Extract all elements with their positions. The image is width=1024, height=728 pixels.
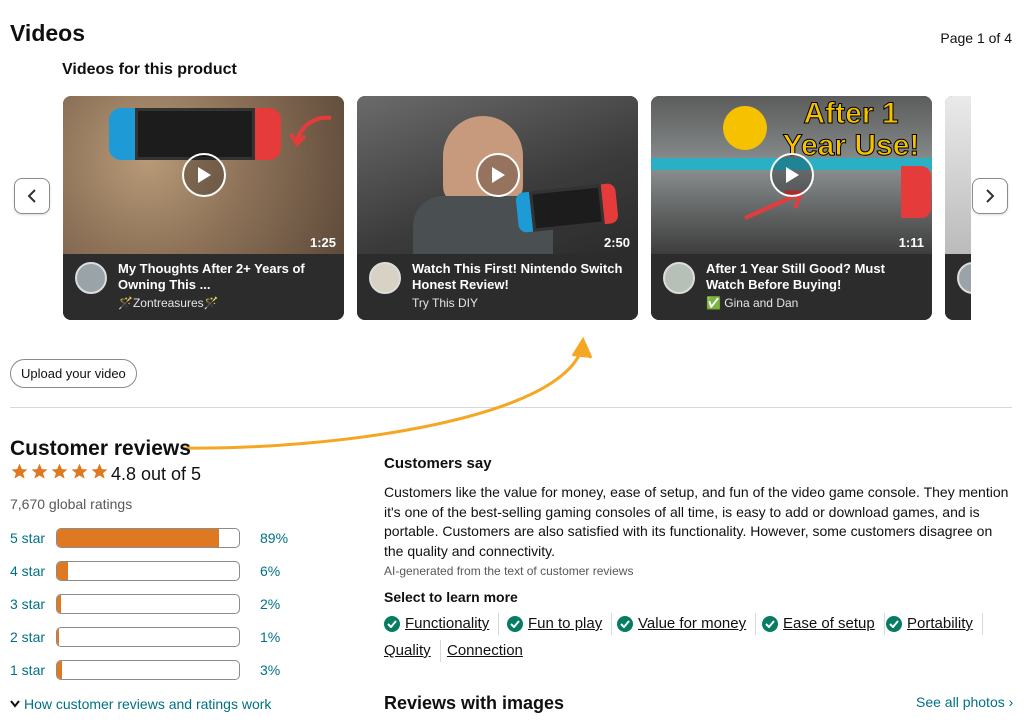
aspect-portability[interactable]: Portability	[886, 613, 983, 635]
aspect-ease-of-setup[interactable]: Ease of setup	[762, 613, 885, 635]
videos-heading: Videos	[10, 20, 85, 46]
histogram-percent[interactable]: 3%	[260, 662, 280, 678]
video-author: ✅ Gina and Dan	[706, 296, 799, 310]
aspect-label[interactable]: Portability	[907, 615, 973, 632]
chevron-left-icon	[27, 189, 36, 203]
console-image	[109, 108, 281, 160]
histogram-fill	[57, 529, 219, 547]
ai-generated-note: AI-generated from the text of customer r…	[384, 564, 634, 578]
video-title[interactable]: After 1 Year Still Good? Must Watch Befo…	[706, 261, 918, 293]
aspect-label[interactable]: Functionality	[405, 615, 489, 632]
histogram-bar[interactable]	[56, 660, 240, 680]
section-divider	[10, 407, 1012, 408]
play-button[interactable]	[769, 153, 814, 197]
thinking-emoji-icon	[723, 106, 767, 150]
video-duration: 1:25	[309, 235, 336, 250]
star-icon	[51, 463, 68, 479]
histogram-label[interactable]: 4 star	[10, 563, 45, 579]
video-title[interactable]: My Thoughts After 2+ Years of Owning Thi…	[118, 261, 330, 293]
check-circle-icon	[886, 615, 902, 632]
average-rating: 4.8 out of 5	[111, 464, 202, 484]
customer-reviews-heading: Customer reviews	[10, 437, 191, 460]
star-icon	[31, 463, 48, 479]
see-all-photos-link[interactable]: See all photos ›	[916, 694, 1013, 710]
check-circle-icon	[384, 615, 400, 632]
avatar	[663, 262, 695, 294]
carousel-prev-button[interactable]	[14, 178, 50, 214]
histogram-fill	[57, 661, 63, 679]
chevron-down-icon	[10, 700, 20, 708]
video-duration: 2:50	[603, 235, 630, 250]
check-circle-icon	[507, 615, 523, 632]
carousel-next-button[interactable]	[972, 178, 1008, 214]
histogram-row-4[interactable]: 4 star 6%	[10, 561, 300, 583]
video-card[interactable]: After 1 Year Use! 1:11 After 1 Year Stil…	[651, 96, 932, 320]
histogram-row-3[interactable]: 3 star 2%	[10, 594, 300, 616]
aspect-quality[interactable]: Quality	[384, 640, 441, 662]
aspect-label[interactable]: Value for money	[638, 615, 746, 632]
check-circle-icon	[762, 615, 778, 632]
star-icon	[91, 463, 108, 479]
histogram-label[interactable]: 3 star	[10, 596, 45, 612]
histogram-bar[interactable]	[56, 627, 240, 647]
play-icon	[785, 167, 799, 183]
histogram-percent[interactable]: 6%	[260, 563, 280, 579]
star-rating	[10, 462, 109, 481]
reviews-with-images-heading: Reviews with images	[384, 693, 565, 713]
histogram-label[interactable]: 5 star	[10, 530, 45, 546]
histogram-row-1[interactable]: 1 star 3%	[10, 660, 300, 682]
histogram-row-2[interactable]: 2 star 1%	[10, 627, 300, 649]
play-button[interactable]	[475, 153, 520, 197]
histogram-bar[interactable]	[56, 528, 240, 548]
aspect-fun-to-play[interactable]: Fun to play	[507, 613, 613, 635]
aspect-label[interactable]: Quality	[384, 642, 431, 659]
play-button[interactable]	[181, 153, 226, 197]
arrow-annotation-icon	[289, 115, 332, 148]
aspect-connection[interactable]: Connection	[447, 642, 523, 659]
histogram-bar[interactable]	[56, 594, 240, 614]
histogram-label[interactable]: 2 star	[10, 629, 45, 645]
video-card[interactable]: 1:25 My Thoughts After 2+ Years of Ownin…	[63, 96, 344, 320]
avatar	[369, 262, 401, 294]
video-thumbnail	[945, 96, 971, 254]
star-icon	[71, 463, 88, 479]
aspect-value-for-money[interactable]: Value for money	[617, 613, 757, 635]
chevron-right-icon	[986, 189, 995, 203]
play-icon	[197, 167, 211, 183]
avatar	[75, 262, 107, 294]
global-ratings-count: 7,670 global ratings	[10, 496, 133, 512]
histogram-fill	[57, 628, 59, 646]
aspect-label[interactable]: Fun to play	[528, 615, 602, 632]
how-reviews-work-link[interactable]: How customer reviews and ratings work	[10, 696, 271, 712]
aspect-functionality[interactable]: Functionality	[384, 613, 500, 635]
video-duration: 1:11	[898, 235, 924, 250]
console-image	[515, 182, 619, 234]
videos-for-product-heading: Videos for this product	[62, 61, 237, 78]
histogram-fill	[57, 595, 61, 613]
histogram-bar[interactable]	[56, 561, 240, 581]
histogram-fill	[57, 562, 68, 580]
page-indicator: Page 1 of 4	[940, 30, 1012, 46]
upload-video-button[interactable]: Upload your video	[10, 359, 137, 388]
play-icon	[491, 167, 505, 183]
video-card[interactable]: 2:50 Watch This First! Nintendo Switch H…	[357, 96, 638, 320]
check-circle-icon	[617, 615, 633, 632]
customers-say-summary: Customers like the value for money, ease…	[384, 484, 1009, 559]
histogram-percent[interactable]: 89%	[260, 530, 288, 546]
video-author: 🪄Zontreasures🪄	[118, 296, 219, 310]
histogram-percent[interactable]: 2%	[260, 596, 280, 612]
star-icon	[11, 463, 28, 479]
aspect-label[interactable]: Ease of setup	[783, 615, 875, 632]
video-card-partial[interactable]	[945, 96, 971, 320]
histogram-percent[interactable]: 1%	[260, 629, 280, 645]
aspect-label[interactable]: Connection	[447, 642, 523, 659]
customers-say-heading: Customers say	[384, 455, 492, 472]
histogram-label[interactable]: 1 star	[10, 662, 45, 678]
histogram-row-5[interactable]: 5 star 89%	[10, 528, 300, 550]
video-title[interactable]: Watch This First! Nintendo Switch Honest…	[412, 261, 624, 293]
how-reviews-work-label[interactable]: How customer reviews and ratings work	[24, 696, 271, 712]
select-to-learn-heading: Select to learn more	[384, 589, 518, 605]
video-author: Try This DIY	[412, 296, 479, 310]
